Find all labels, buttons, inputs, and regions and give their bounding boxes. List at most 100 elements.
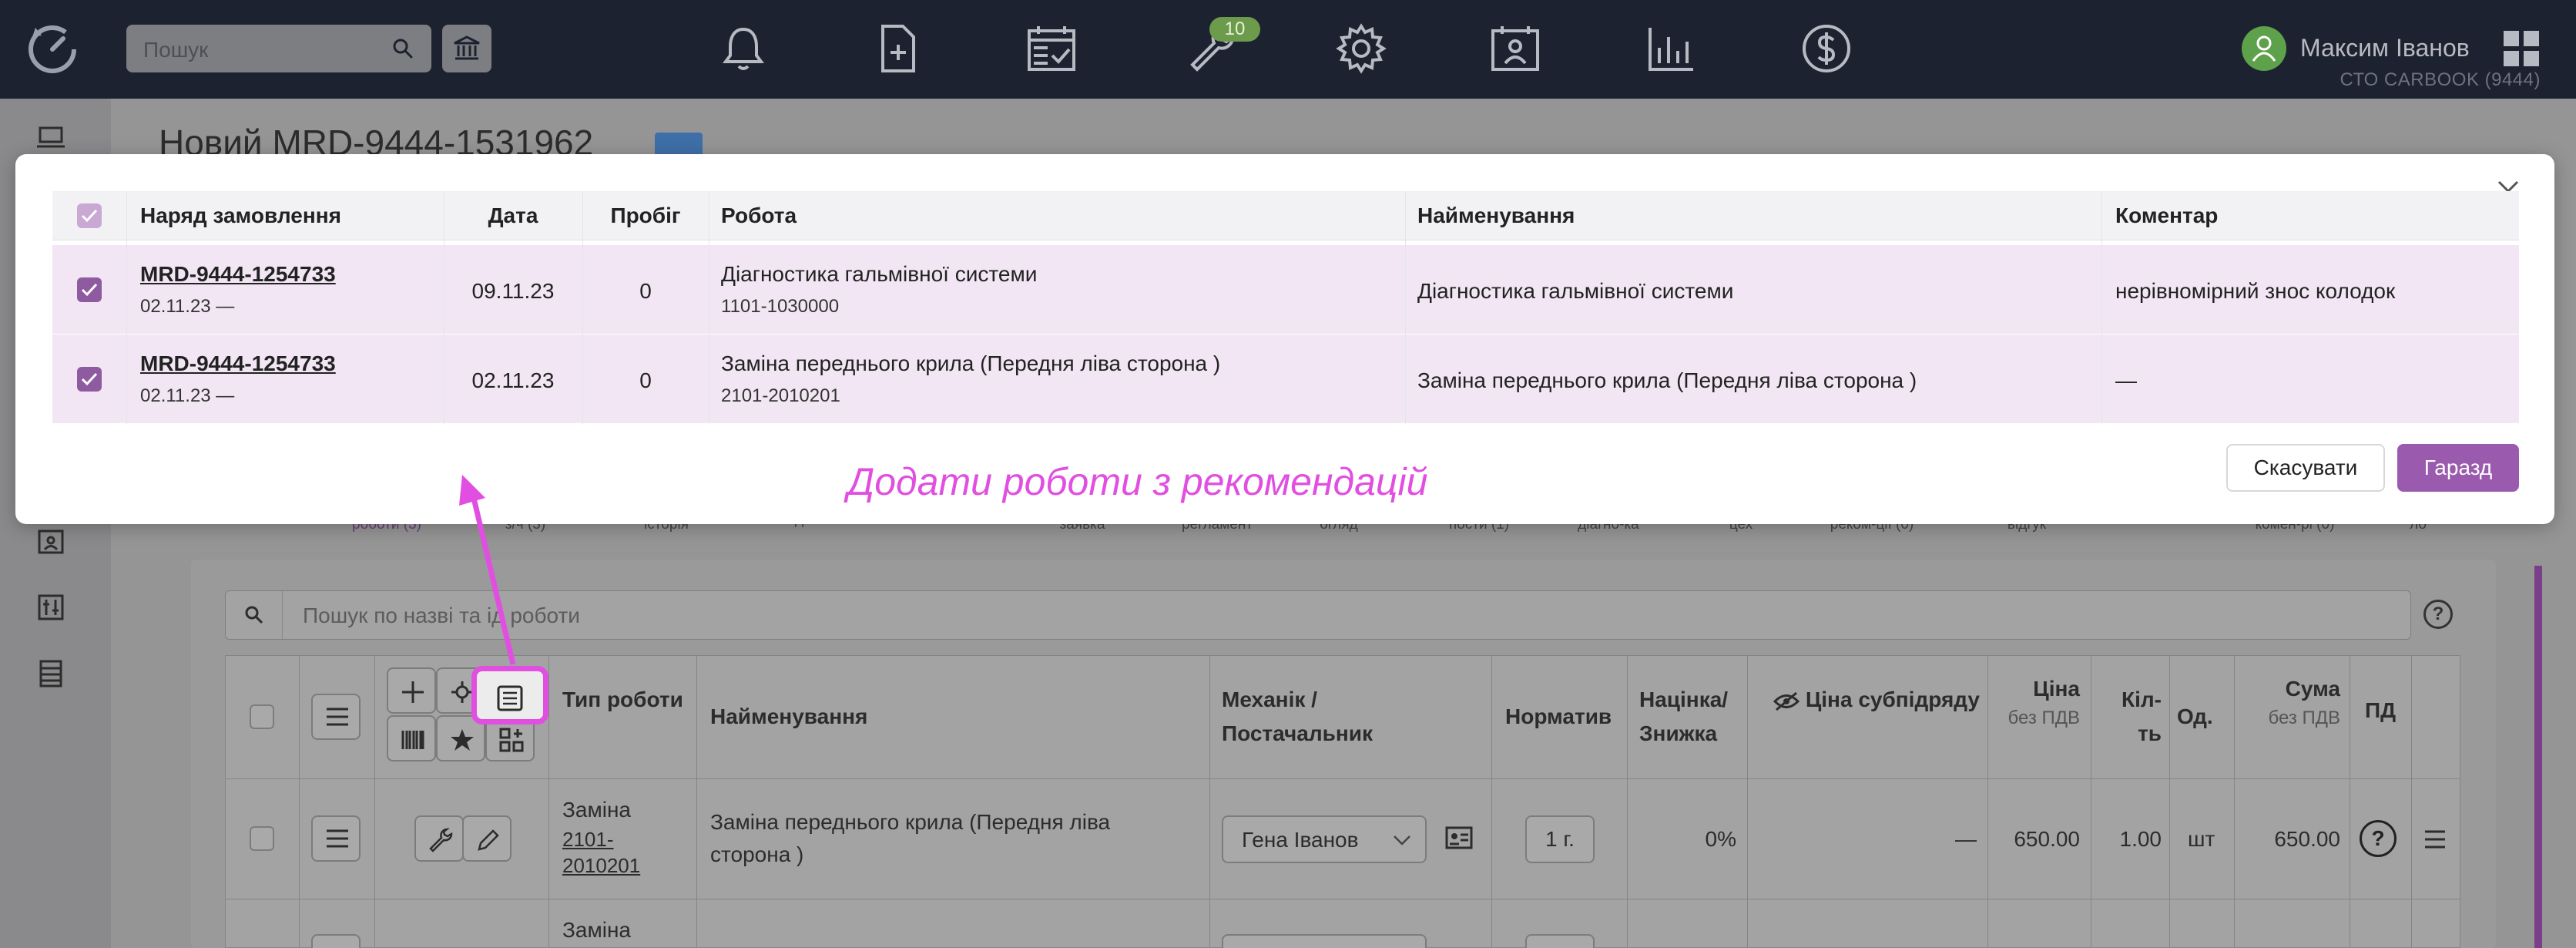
header-subcontract-price: Ціна субпідряду [1772,683,1980,717]
check-icon [81,209,98,223]
row-name: Заміна переднього крила (Передня ліва ст… [1417,368,1917,392]
sliders-icon[interactable] [35,592,66,623]
row-checkbox[interactable] [77,277,102,302]
header-markup: Націнка/ Знижка [1639,687,1729,745]
scrollbar[interactable] [2534,566,2542,948]
row-work-type: Заміна [562,918,631,942]
bell-icon[interactable] [716,22,770,76]
column-divider [2234,655,2235,948]
logo-icon[interactable] [23,18,82,77]
row-divider [225,778,2460,779]
calendar-person-side-icon[interactable] [35,526,66,556]
avatar[interactable] [2242,26,2286,71]
drag-handle-icon[interactable] [2423,829,2447,849]
bank-button[interactable] [442,25,491,72]
header-work-type: Тип роботи [562,687,683,711]
row-code-link[interactable]: 2101-2010201 [562,826,686,879]
search-icon [393,39,413,59]
works-search-placeholder: Пошук по назві та ід роботи [303,603,580,627]
row-work: Заміна переднього крила (Передня ліва ст… [721,351,1221,375]
column-divider [1405,191,1406,424]
row-comment: — [2115,368,2137,392]
modal-row[interactable] [52,334,2519,424]
header-work: Робота [721,203,797,227]
global-search-input[interactable]: Пошук [126,25,431,72]
calendar-check-icon[interactable] [1025,22,1078,76]
add-from-recommendations-button[interactable] [471,666,548,724]
row-sum: 650.00 [2274,827,2340,851]
id-card-icon[interactable] [1445,826,1473,849]
column-divider [548,655,549,948]
row-mileage: 0 [639,368,652,392]
header-sum-label: Сума [2285,677,2340,701]
row-date: 02.11.23 [471,368,555,392]
row-qty[interactable]: 1.00 [2100,823,2162,856]
top-bar: Пошук 10 Максим Іванов СТО CARBOOK (9444… [0,0,2576,99]
row-work-code: 2101-2010201 [721,385,840,406]
header-pd: ПД [2365,698,2397,722]
list-document-icon[interactable] [35,658,66,689]
row-menu-button[interactable] [311,934,361,948]
help-icon[interactable]: ? [2423,600,2453,629]
header-menu-button[interactable] [311,694,361,740]
document-add-icon[interactable] [870,22,924,76]
barcode-button[interactable] [387,715,436,761]
select-all-checkbox[interactable] [250,704,274,729]
cancel-button[interactable]: Скасувати [2226,444,2385,492]
column-divider [1627,655,1628,948]
annotation-arrow-icon [459,475,516,665]
dollar-icon[interactable] [1800,22,1853,76]
header-comment: Коментар [2115,203,2219,227]
hamburger-icon [327,708,348,726]
row-menu-button[interactable] [311,815,361,862]
row-tool-button[interactable] [414,815,464,862]
mechanic-select[interactable] [1222,934,1427,948]
column-divider [696,655,697,948]
row-name: Діагностика гальмівної системи [1417,279,1734,303]
row-date: 09.11.23 [471,279,555,303]
header-mechanic: Механік / Постачальник [1222,687,1373,745]
pd-help-icon[interactable]: ? [2360,820,2397,857]
column-divider [126,191,127,424]
header-price: Ціна без ПДВ [2000,672,2080,731]
star-icon [451,729,474,751]
order-link[interactable]: MRD-9444-1254733 [140,351,336,376]
plus-icon [402,681,424,703]
mechanic-select[interactable]: Гена Іванов [1222,815,1427,863]
row-markup[interactable]: 0% [1639,823,1736,856]
row-edit-button[interactable] [462,815,512,862]
company-name: СТО CARBOOK (9444) [2340,69,2541,90]
header-date: Дата [488,203,538,227]
user-icon [2252,35,2276,62]
row-work: Діагностика гальмівної системи [721,262,1038,286]
gear-icon[interactable] [1334,22,1388,76]
search-button[interactable] [226,591,283,639]
order-link[interactable]: MRD-9444-1254733 [140,262,336,287]
row-price[interactable]: 650.00 [2000,823,2080,856]
monitor-icon[interactable] [35,122,66,153]
norm-input[interactable] [1525,934,1595,948]
ok-button[interactable]: Гаразд [2397,444,2519,492]
header-name: Найменування [1417,203,1575,227]
calendar-person-icon[interactable] [1488,22,1542,76]
row-checkbox[interactable] [250,826,274,851]
apps-grid-icon[interactable] [2502,29,2541,68]
mechanic-select-value: Гена Іванов [1242,828,1359,852]
select-all-checkbox[interactable] [77,203,102,228]
user-name[interactable]: Максим Іванов [2300,34,2470,62]
bar-chart-icon[interactable] [1644,22,1698,76]
header-order: Наряд замовлення [140,203,341,227]
works-search-input[interactable]: Пошук по назві та ід роботи [225,590,2411,640]
grid-plus-icon [499,728,524,752]
row-checkbox[interactable] [77,367,102,392]
chevron-down-icon [1394,835,1410,845]
header-price-label: Ціна [2033,677,2080,701]
column-divider [2411,655,2412,948]
column-divider [1209,655,1210,948]
eye-off-icon[interactable] [1773,691,1800,711]
norm-input[interactable]: 1 г. [1525,815,1595,863]
add-work-button[interactable] [387,667,436,714]
column-divider [2101,191,2102,424]
bank-icon [454,35,480,60]
barcode-icon [401,731,424,749]
